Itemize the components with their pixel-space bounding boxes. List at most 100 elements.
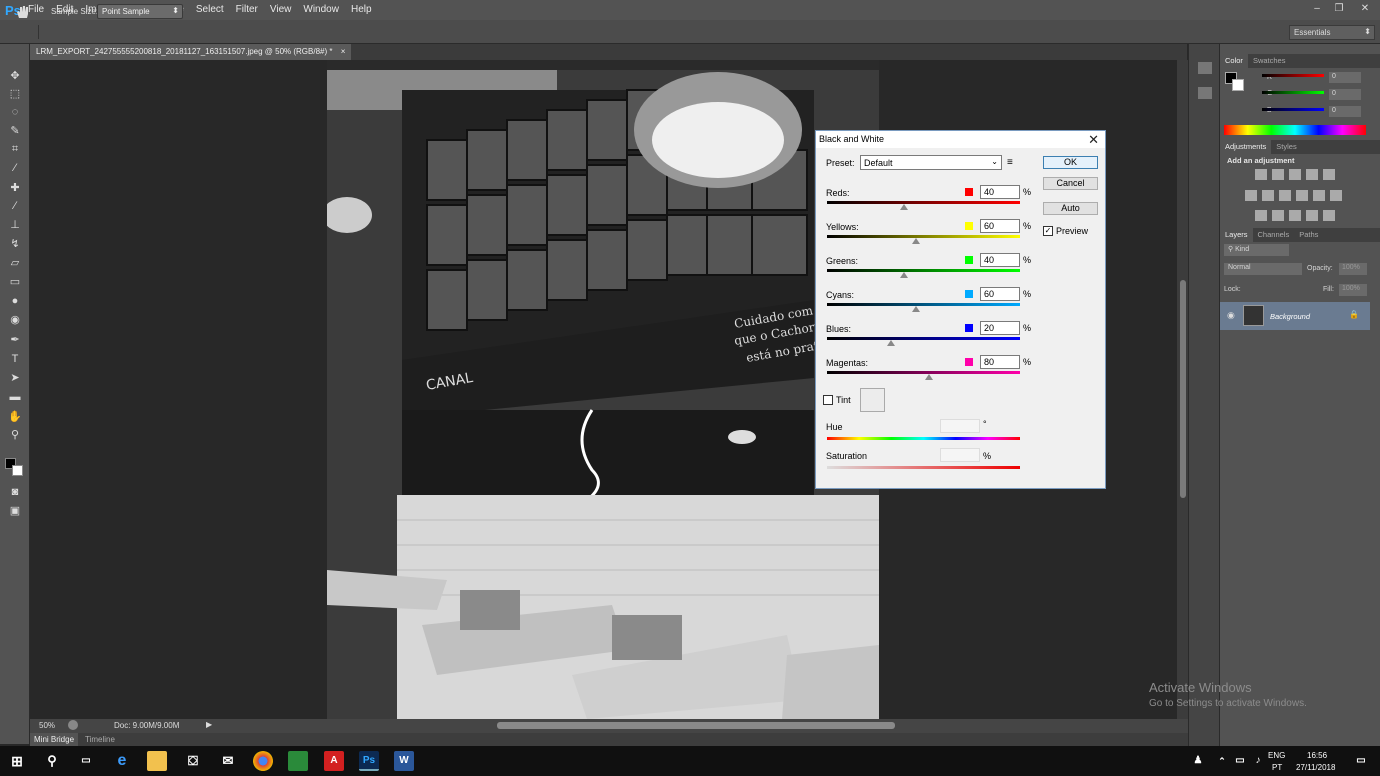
search-icon[interactable]: ⚲ bbox=[42, 751, 62, 771]
tab-adjustments[interactable]: Adjustments bbox=[1220, 140, 1272, 154]
type-tool-icon[interactable]: T bbox=[6, 351, 24, 367]
preview-checkbox[interactable]: ✓ bbox=[1043, 226, 1053, 236]
channel-mixer-icon[interactable] bbox=[1313, 190, 1325, 201]
zoom-tool-icon[interactable]: ⚲ bbox=[6, 427, 24, 443]
share-icon[interactable] bbox=[68, 720, 78, 730]
photo-filter-icon[interactable] bbox=[1296, 190, 1308, 201]
path-select-tool-icon[interactable]: ➤ bbox=[6, 370, 24, 386]
selective-color-icon[interactable] bbox=[1323, 210, 1335, 221]
menu-window[interactable]: Window bbox=[297, 0, 345, 20]
tint-checkbox[interactable] bbox=[823, 395, 833, 405]
menu-help[interactable]: Help bbox=[345, 0, 378, 20]
horizontal-scroll-thumb[interactable] bbox=[497, 722, 895, 729]
menu-select[interactable]: Select bbox=[190, 0, 230, 20]
gradient-map-icon[interactable] bbox=[1306, 210, 1318, 221]
file-explorer-icon[interactable] bbox=[147, 751, 167, 771]
shape-tool-icon[interactable]: ▬ bbox=[6, 389, 24, 405]
close-window-button[interactable]: ✕ bbox=[1350, 0, 1380, 20]
task-view-icon[interactable]: ▭ bbox=[76, 751, 96, 771]
people-icon[interactable]: ♟ bbox=[1188, 751, 1208, 771]
dodge-tool-icon[interactable]: ◉ bbox=[6, 312, 24, 328]
notifications-icon[interactable]: ▭ bbox=[1351, 751, 1371, 771]
tab-close-icon[interactable]: × bbox=[341, 47, 346, 56]
black-white-icon[interactable] bbox=[1279, 190, 1291, 201]
slider-value-field[interactable]: 60 bbox=[980, 219, 1020, 233]
hand-tool-icon[interactable]: ✋ bbox=[6, 409, 24, 425]
slider-thumb[interactable] bbox=[911, 306, 920, 312]
fill-value[interactable]: 100% bbox=[1339, 284, 1367, 296]
menu-filter[interactable]: Filter bbox=[230, 0, 264, 20]
acrobat-icon[interactable]: A bbox=[324, 751, 344, 771]
vertical-scroll-thumb[interactable] bbox=[1180, 280, 1186, 498]
store-icon[interactable]: ⛋ bbox=[183, 751, 203, 771]
windows-start-icon[interactable]: ⊞ bbox=[7, 751, 27, 771]
invert-icon[interactable] bbox=[1255, 210, 1267, 221]
hue-value-field[interactable] bbox=[940, 419, 980, 433]
quick-mask-icon[interactable]: ◙ bbox=[6, 484, 24, 500]
channel-g-value[interactable]: 0 bbox=[1329, 89, 1361, 100]
hand-tool-icon[interactable] bbox=[14, 4, 32, 20]
preset-select[interactable]: Default ⌄ bbox=[860, 155, 1002, 170]
slider-track[interactable] bbox=[827, 303, 1020, 306]
chrome-icon[interactable] bbox=[253, 751, 273, 771]
lasso-tool-icon[interactable]: ◌ bbox=[6, 104, 24, 120]
slider-thumb[interactable] bbox=[900, 204, 909, 210]
tab-channels[interactable]: Channels bbox=[1253, 228, 1295, 242]
zoom-level[interactable]: 50% bbox=[39, 721, 55, 730]
eyedropper-tool-icon[interactable]: ⁄ bbox=[6, 160, 24, 176]
tab-mini-bridge[interactable]: Mini Bridge bbox=[30, 733, 79, 746]
hue-saturation-icon[interactable] bbox=[1245, 190, 1257, 201]
clock-date[interactable]: 27/11/2018 bbox=[1296, 763, 1335, 772]
slider-track[interactable] bbox=[827, 235, 1020, 238]
slider-value-field[interactable]: 60 bbox=[980, 287, 1020, 301]
cancel-button[interactable]: Cancel bbox=[1043, 177, 1098, 190]
slider-value-field[interactable]: 40 bbox=[980, 253, 1020, 267]
clock-time[interactable]: 16:56 bbox=[1307, 751, 1327, 760]
workspace-select[interactable]: Essentials ⬍ bbox=[1289, 25, 1375, 40]
tab-styles[interactable]: Styles bbox=[1271, 140, 1301, 154]
history-brush-tool-icon[interactable]: ↯ bbox=[6, 236, 24, 252]
exposure-icon[interactable] bbox=[1306, 169, 1318, 180]
channel-b-slider[interactable] bbox=[1262, 108, 1324, 111]
document-tab[interactable]: LRM_EXPORT_242755555200818_20181127_1631… bbox=[30, 44, 352, 60]
pen-tool-icon[interactable]: ✒ bbox=[6, 332, 24, 348]
color-spectrum[interactable] bbox=[1224, 125, 1366, 135]
color-balance-icon[interactable] bbox=[1262, 190, 1274, 201]
dialog-close-icon[interactable]: ✕ bbox=[1088, 132, 1099, 148]
background-color-swatch[interactable] bbox=[12, 465, 23, 476]
channel-r-value[interactable]: 0 bbox=[1329, 72, 1361, 83]
language[interactable]: ENG bbox=[1268, 751, 1285, 760]
saturation-value-field[interactable] bbox=[940, 448, 980, 462]
slider-thumb[interactable] bbox=[911, 238, 920, 244]
eye-icon[interactable]: ◉ bbox=[1227, 310, 1235, 321]
brightness-icon[interactable] bbox=[1255, 169, 1267, 180]
properties-panel-icon[interactable] bbox=[1198, 87, 1212, 99]
background-color-swatch[interactable] bbox=[1232, 79, 1244, 91]
channel-g-slider[interactable] bbox=[1262, 91, 1324, 94]
history-panel-icon[interactable] bbox=[1198, 62, 1212, 74]
layer-row[interactable]: ◉ Background 🔒 bbox=[1220, 302, 1370, 330]
brush-tool-icon[interactable]: ∕ bbox=[6, 198, 24, 214]
slider-value-field[interactable]: 40 bbox=[980, 185, 1020, 199]
notepad-icon[interactable] bbox=[288, 751, 308, 771]
slider-value-field[interactable]: 80 bbox=[980, 355, 1020, 369]
levels-icon[interactable] bbox=[1272, 169, 1284, 180]
layer-name[interactable]: Background bbox=[1270, 312, 1310, 321]
channel-r-slider[interactable] bbox=[1262, 74, 1324, 77]
status-menu-arrow-icon[interactable]: ▶ bbox=[206, 720, 212, 729]
eraser-tool-icon[interactable]: ▱ bbox=[6, 255, 24, 271]
network-icon[interactable]: ▭ bbox=[1230, 751, 1250, 771]
show-hidden-icons-icon[interactable]: ⌃ bbox=[1212, 751, 1232, 771]
threshold-icon[interactable] bbox=[1289, 210, 1301, 221]
tab-swatches[interactable]: Swatches bbox=[1248, 54, 1291, 68]
blend-mode-select[interactable]: Normal bbox=[1224, 263, 1302, 275]
preset-options-icon[interactable]: ≡ bbox=[1007, 157, 1013, 168]
slider-thumb[interactable] bbox=[886, 340, 895, 346]
tab-layers[interactable]: Layers bbox=[1220, 228, 1253, 242]
photoshop-taskbar-icon[interactable]: Ps bbox=[359, 751, 379, 771]
menu-view[interactable]: View bbox=[264, 0, 298, 20]
marquee-tool-icon[interactable]: ⬚ bbox=[6, 86, 24, 102]
ok-button[interactable]: OK bbox=[1043, 156, 1098, 169]
move-tool-icon[interactable]: ✥ bbox=[6, 68, 24, 84]
slider-track[interactable] bbox=[827, 337, 1020, 340]
